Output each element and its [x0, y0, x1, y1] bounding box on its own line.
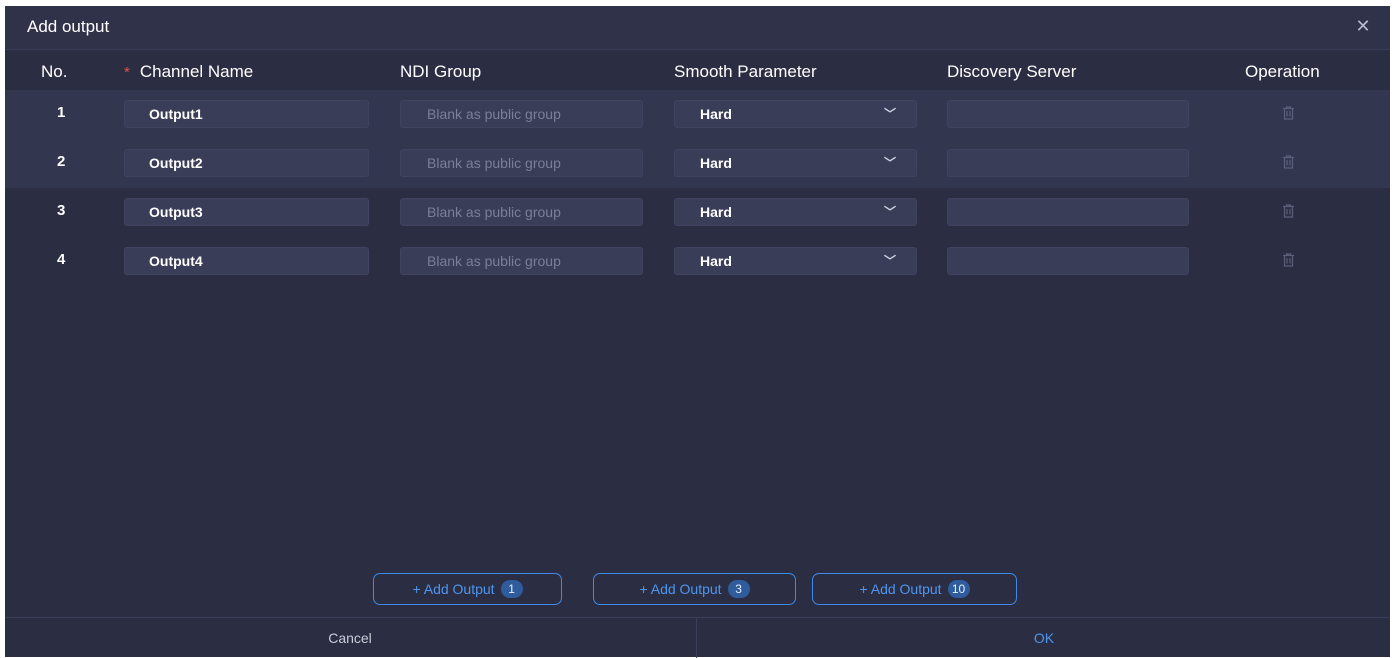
- add-output-10-button[interactable]: + Add Output 10: [812, 573, 1017, 605]
- smooth-parameter-select[interactable]: Hard ﹀: [674, 100, 917, 128]
- add-output-label: + Add Output: [639, 581, 722, 597]
- discovery-server-input[interactable]: [947, 247, 1189, 275]
- table-row: 2 Output2 Blank as public group Hard ﹀: [5, 139, 1390, 188]
- channel-name-input[interactable]: Output2: [124, 149, 369, 177]
- smooth-parameter-select[interactable]: Hard ﹀: [674, 247, 917, 275]
- row-number: 2: [57, 153, 66, 170]
- smooth-parameter-select[interactable]: Hard ﹀: [674, 149, 917, 177]
- smooth-parameter-select[interactable]: Hard ﹀: [674, 198, 917, 226]
- row-number: 1: [57, 104, 66, 121]
- ndi-group-input[interactable]: Blank as public group: [400, 100, 643, 128]
- chevron-down-icon: ﹀: [883, 254, 896, 268]
- ok-button[interactable]: OK: [696, 618, 1391, 658]
- add-output-3-button[interactable]: + Add Output 3: [593, 573, 796, 605]
- close-icon[interactable]: ✕: [1352, 15, 1374, 37]
- dialog-titlebar: Add output ✕: [5, 6, 1390, 50]
- add-output-label: + Add Output: [412, 581, 495, 597]
- discovery-server-input[interactable]: [947, 149, 1189, 177]
- row-number: 3: [57, 202, 66, 219]
- dialog-title: Add output: [27, 17, 110, 36]
- smooth-parameter-value: Hard: [700, 204, 732, 220]
- discovery-server-input[interactable]: [947, 198, 1189, 226]
- channel-name-input[interactable]: Output1: [124, 100, 369, 128]
- ndi-group-input[interactable]: Blank as public group: [400, 247, 643, 275]
- trash-icon[interactable]: [1282, 106, 1295, 120]
- column-header-channel-name-label: Channel Name: [139, 62, 254, 81]
- dialog-footer: Cancel OK: [5, 617, 1390, 658]
- chevron-down-icon: ﹀: [883, 156, 896, 170]
- discovery-server-input[interactable]: [947, 100, 1189, 128]
- chevron-down-icon: ﹀: [883, 205, 896, 219]
- channel-name-input[interactable]: Output3: [124, 198, 369, 226]
- add-output-label: + Add Output: [859, 581, 942, 597]
- smooth-parameter-value: Hard: [700, 253, 732, 269]
- column-header-smooth-parameter: Smooth Parameter: [674, 62, 817, 81]
- add-output-dialog: Add output ✕ No. * Channel Name NDI Group…: [5, 6, 1390, 658]
- count-badge: 1: [500, 580, 523, 598]
- trash-icon[interactable]: [1282, 253, 1295, 267]
- channel-name-input[interactable]: Output4: [124, 247, 369, 275]
- smooth-parameter-value: Hard: [700, 106, 732, 122]
- required-mark: *: [124, 64, 130, 81]
- trash-icon[interactable]: [1282, 155, 1295, 169]
- ndi-group-input[interactable]: Blank as public group: [400, 149, 643, 177]
- count-badge: 10: [947, 580, 970, 598]
- column-header-discovery-server: Discovery Server: [947, 62, 1077, 81]
- column-header-operation: Operation: [1245, 62, 1320, 81]
- ndi-group-input[interactable]: Blank as public group: [400, 198, 643, 226]
- column-header-channel-name: * Channel Name: [124, 62, 253, 82]
- smooth-parameter-value: Hard: [700, 155, 732, 171]
- chevron-down-icon: ﹀: [883, 107, 896, 121]
- column-header-ndi-group: NDI Group: [400, 62, 482, 81]
- table-row: 4 Output4 Blank as public group Hard ﹀: [5, 237, 1390, 286]
- trash-icon[interactable]: [1282, 204, 1295, 218]
- table-row: 1 Output1 Blank as public group Hard ﹀: [5, 90, 1390, 139]
- cancel-button[interactable]: Cancel: [5, 618, 695, 658]
- row-number: 4: [57, 251, 66, 268]
- add-output-1-button[interactable]: + Add Output 1: [373, 573, 562, 605]
- count-badge: 3: [727, 580, 750, 598]
- column-header-no: No.: [41, 62, 68, 81]
- table-row: 3 Output3 Blank as public group Hard ﹀: [5, 188, 1390, 237]
